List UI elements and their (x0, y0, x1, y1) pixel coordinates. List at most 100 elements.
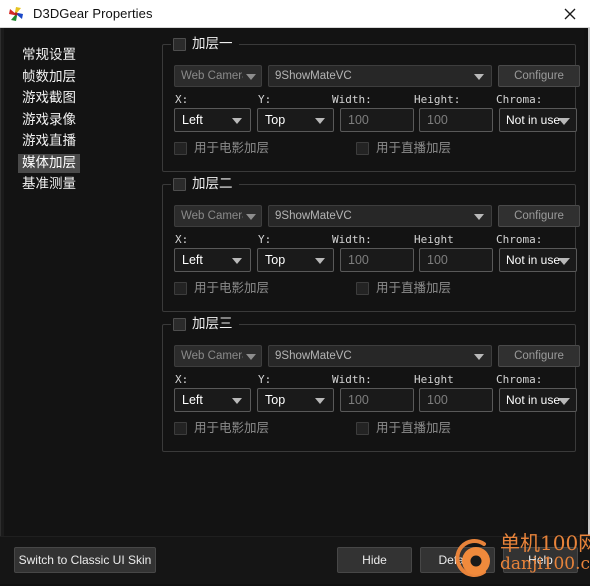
overlay-1-y-select[interactable]: Top (257, 108, 334, 132)
chevron-down-icon (558, 118, 570, 125)
overlay-3-field-labels: X: Y: Width: Height Chroma: (174, 373, 566, 387)
label-y: Y: (258, 373, 272, 386)
overlay-group-1-header[interactable]: 加层一 (171, 34, 239, 54)
overlay-1-live-label: 用于直播加层 (376, 140, 452, 155)
switch-classic-ui-button[interactable]: Switch to Classic UI Skin (14, 547, 156, 573)
content-area: 常规设置 帧数加层 游戏截图 游戏录像 游戏直播 媒体加层 基准测量 加层一 W… (0, 28, 590, 584)
overlay-1-enable-checkbox[interactable] (173, 37, 186, 51)
overlay-1-source-select[interactable]: Web Camera (174, 65, 262, 87)
title-bar: D3DGear Properties (0, 0, 590, 28)
chevron-down-icon (246, 74, 256, 80)
label-chroma: Chroma: (496, 93, 543, 106)
pinwheel-icon (7, 5, 25, 23)
overlay-3-source-select[interactable]: Web Camera (174, 345, 262, 367)
overlay-3-movie-label: 用于电影加层 (194, 420, 270, 435)
overlay-1-width-input[interactable]: 100 (340, 108, 414, 132)
chevron-down-icon (246, 354, 256, 360)
label-chroma: Chroma: (496, 373, 543, 386)
overlay-3-height-input[interactable]: 100 (419, 388, 493, 412)
overlay-3-live-checkbox[interactable]: 用于直播加层 (356, 421, 451, 435)
overlay-1-movie-checkbox[interactable]: 用于电影加层 (174, 141, 269, 155)
overlay-group-2-header[interactable]: 加层二 (171, 174, 239, 194)
sidebar-item-screenshot[interactable]: 游戏截图 (18, 89, 80, 108)
close-icon[interactable] (550, 0, 590, 27)
overlay-1-configure-button[interactable]: Configure (498, 65, 580, 87)
sidebar-item-benchmark[interactable]: 基准测量 (18, 175, 80, 194)
overlay-3-width-input[interactable]: 100 (340, 388, 414, 412)
overlay-3-usage-row: 用于电影加层 用于直播加层 (174, 421, 566, 439)
window-title: D3DGear Properties (33, 6, 153, 21)
overlay-2-chroma-select[interactable]: Not in use (499, 248, 577, 272)
overlay-2-x-select[interactable]: Left (174, 248, 251, 272)
sidebar-item-recording[interactable]: 游戏录像 (18, 111, 80, 130)
overlay-3-configure-button[interactable]: Configure (498, 345, 580, 367)
default-button[interactable]: Default (420, 547, 495, 573)
overlay-group-1: 加层一 Web Camera 9ShowMateVC Configure X: … (162, 34, 580, 172)
label-chroma: Chroma: (496, 233, 543, 246)
sidebar-item-streaming[interactable]: 游戏直播 (18, 132, 80, 151)
footer-divider (0, 536, 590, 537)
sidebar-item-general[interactable]: 常规设置 (18, 46, 80, 65)
overlay-3-device-select[interactable]: 9ShowMateVC (268, 345, 492, 367)
sidebar-item-fps-overlay[interactable]: 帧数加层 (18, 68, 80, 87)
overlay-3-enable-checkbox[interactable] (173, 317, 186, 331)
overlay-2-movie-checkbox[interactable]: 用于电影加层 (174, 281, 269, 295)
overlay-2-device-select[interactable]: 9ShowMateVC (268, 205, 492, 227)
sidebar-nav: 常规设置 帧数加层 游戏截图 游戏录像 游戏直播 媒体加层 基准测量 (8, 46, 148, 197)
overlay-2-field-labels: X: Y: Width: Height Chroma: (174, 233, 566, 247)
help-button[interactable]: Help (503, 547, 578, 573)
overlay-3-movie-checkbox[interactable]: 用于电影加层 (174, 421, 269, 435)
overlay-1-height-input[interactable]: 100 (419, 108, 493, 132)
overlay-1-device-select[interactable]: 9ShowMateVC (268, 65, 492, 87)
chevron-down-icon (558, 258, 570, 265)
chevron-down-icon (315, 118, 325, 124)
sidebar-item-media-overlay[interactable]: 媒体加层 (18, 153, 80, 173)
overlay-3-chroma-select[interactable]: Not in use (499, 388, 577, 412)
label-y: Y: (258, 233, 272, 246)
chevron-down-icon (246, 214, 256, 220)
overlay-1-x-select[interactable]: Left (174, 108, 251, 132)
label-height: Height: (414, 93, 461, 106)
label-y: Y: (258, 93, 272, 106)
checkbox-box (174, 281, 187, 295)
overlay-3-x-select[interactable]: Left (174, 388, 251, 412)
hide-button[interactable]: Hide (337, 547, 412, 573)
checkbox-box (174, 421, 187, 435)
overlay-1-usage-row: 用于电影加层 用于直播加层 (174, 141, 566, 159)
overlay-1-movie-label: 用于电影加层 (194, 140, 270, 155)
overlay-3-y-select[interactable]: Top (257, 388, 334, 412)
left-edge-strip (0, 28, 4, 584)
overlay-group-3-header[interactable]: 加层三 (171, 314, 239, 334)
overlay-2-height-input[interactable]: 100 (419, 248, 493, 272)
overlay-2-live-checkbox[interactable]: 用于直播加层 (356, 281, 451, 295)
label-width: Width: (332, 373, 372, 386)
overlay-group-1-title: 加层一 (192, 35, 233, 52)
overlay-2-source-select[interactable]: Web Camera (174, 205, 262, 227)
footer-bar: Switch to Classic UI Skin Hide Default H… (0, 536, 590, 584)
chevron-down-icon (474, 74, 484, 80)
checkbox-box (356, 141, 369, 155)
overlay-2-live-label: 用于直播加层 (376, 280, 452, 295)
overlay-2-width-input[interactable]: 100 (340, 248, 414, 272)
overlay-3-source-row: Web Camera 9ShowMateVC Configure (174, 345, 580, 367)
d3dgear-properties-window: D3DGear Properties 常规设置 帧数加层 游戏截图 游戏录像 游… (0, 0, 590, 584)
chevron-down-icon (232, 118, 242, 124)
overlay-2-usage-row: 用于电影加层 用于直播加层 (174, 281, 566, 299)
overlay-2-y-select[interactable]: Top (257, 248, 334, 272)
overlay-1-chroma-select[interactable]: Not in use (499, 108, 577, 132)
label-x: X: (175, 233, 189, 246)
overlay-2-configure-button[interactable]: Configure (498, 205, 580, 227)
overlay-2-source-row: Web Camera 9ShowMateVC Configure (174, 205, 580, 227)
label-width: Width: (332, 233, 372, 246)
label-height: Height (414, 373, 454, 386)
chevron-down-icon (474, 214, 484, 220)
label-x: X: (175, 93, 189, 106)
overlay-group-2-title: 加层二 (192, 175, 233, 192)
chevron-down-icon (232, 258, 242, 264)
chevron-down-icon (232, 398, 242, 404)
checkbox-box (356, 421, 369, 435)
overlay-1-live-checkbox[interactable]: 用于直播加层 (356, 141, 451, 155)
checkbox-box (356, 281, 369, 295)
overlay-2-enable-checkbox[interactable] (173, 177, 186, 191)
chevron-down-icon (315, 258, 325, 264)
